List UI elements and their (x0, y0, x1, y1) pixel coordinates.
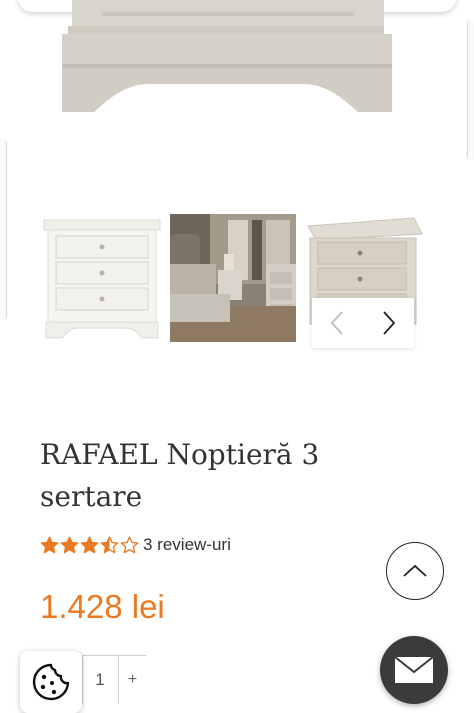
gallery-navigation (312, 298, 414, 348)
quantity-input[interactable] (83, 666, 117, 694)
star-empty-icon (120, 535, 139, 553)
nightstand-base-image (62, 0, 392, 112)
rating-stars (40, 535, 139, 555)
gallery-next-button[interactable] (364, 298, 414, 348)
chevron-left-icon (330, 311, 343, 335)
star-half-icon (100, 535, 119, 553)
cookie-icon (32, 663, 70, 701)
star-full-icon (60, 535, 79, 553)
reviews-link[interactable]: 3 review-uri (143, 535, 231, 555)
gallery-prev-button[interactable] (312, 298, 362, 348)
star-full-icon (40, 535, 59, 553)
product-price: 1.428 lei (40, 588, 165, 625)
chevron-right-icon (383, 311, 396, 335)
thumbnail-nightstand-white[interactable] (40, 214, 166, 342)
star-full-icon (80, 535, 99, 553)
quantity-plus-button[interactable]: + (118, 656, 146, 704)
scroll-to-top-button[interactable] (386, 542, 444, 600)
quantity-stepper: + (82, 655, 146, 704)
product-title: RAFAEL Noptieră 3 sertare (40, 438, 320, 513)
thumbnail-bedroom-scene[interactable] (170, 214, 296, 342)
envelope-icon (394, 656, 434, 683)
main-product-image (0, 0, 474, 190)
chevron-up-icon (403, 564, 427, 577)
contact-mail-button[interactable] (380, 636, 448, 704)
product-rating: 3 review-uri (40, 533, 231, 557)
cookie-settings-button[interactable] (20, 651, 82, 713)
